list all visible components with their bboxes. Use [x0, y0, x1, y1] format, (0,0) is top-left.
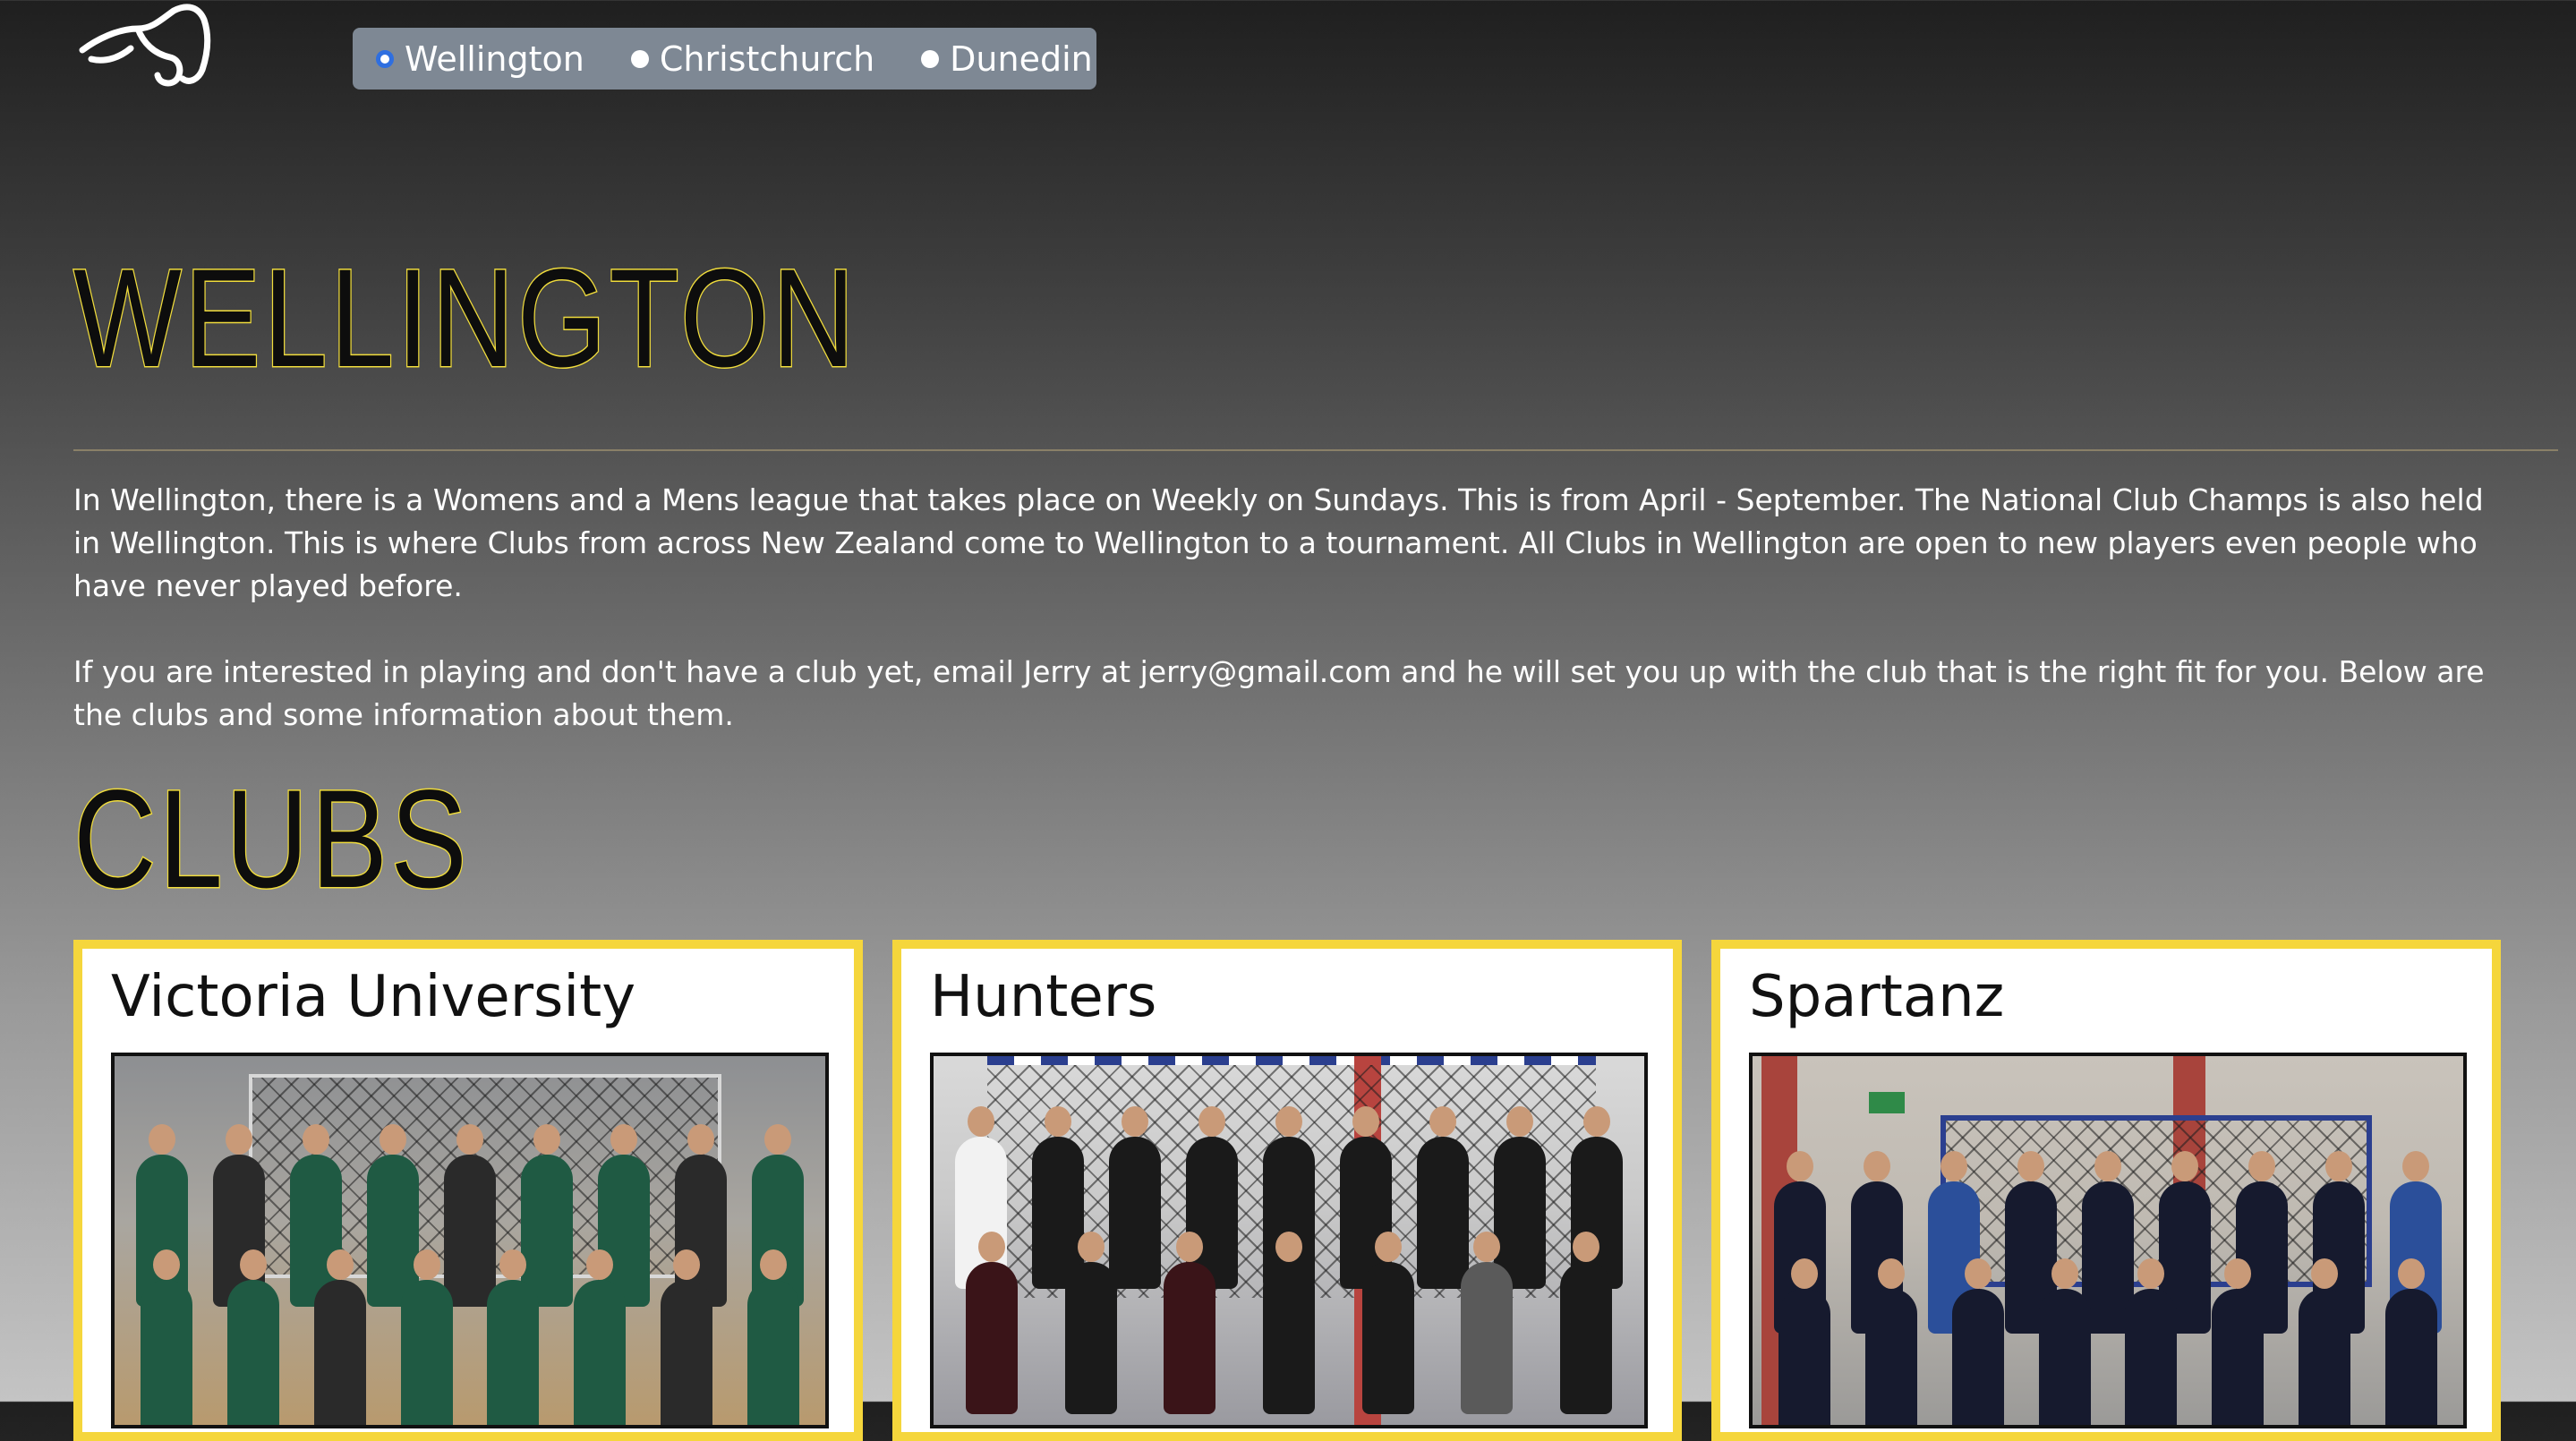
section-divider — [73, 449, 2558, 451]
club-card-victoria-university[interactable]: Victoria University — [73, 940, 863, 1441]
club-team-photo — [1749, 1053, 2467, 1428]
club-name: Spartanz — [1749, 964, 2005, 1030]
club-name: Victoria University — [111, 964, 636, 1030]
clubs-heading: CLUBS — [73, 762, 470, 917]
intro-paragraph: If you are interested in playing and don… — [73, 654, 2485, 732]
region-option-wellington[interactable]: Wellington — [376, 42, 584, 76]
club-card-hunters[interactable]: Hunters — [892, 940, 1682, 1441]
club-team-photo — [930, 1053, 1648, 1428]
intro-paragraph: In Wellington, there is a Womens and a M… — [73, 482, 2484, 603]
region-selector: Wellington Christchurch Dunedin — [353, 28, 1096, 90]
radio-unselected-icon[interactable] — [921, 49, 940, 68]
region-option-dunedin[interactable]: Dunedin — [921, 42, 1093, 76]
region-option-christchurch[interactable]: Christchurch — [630, 38, 875, 79]
club-card-spartanz[interactable]: Spartanz — [1711, 940, 2501, 1441]
region-label: Dunedin — [950, 38, 1093, 79]
radio-selected-icon[interactable] — [376, 49, 394, 68]
region-label: Wellington — [405, 38, 584, 79]
intro-text: In Wellington, there is a Womens and a M… — [73, 479, 2517, 780]
region-label: Christchurch — [659, 38, 875, 79]
page-title: WELLINGTON — [73, 241, 858, 396]
club-team-photo — [111, 1053, 829, 1428]
club-name: Hunters — [930, 964, 1157, 1030]
handball-player-logo[interactable] — [64, 0, 243, 90]
radio-unselected-icon[interactable] — [630, 49, 649, 68]
